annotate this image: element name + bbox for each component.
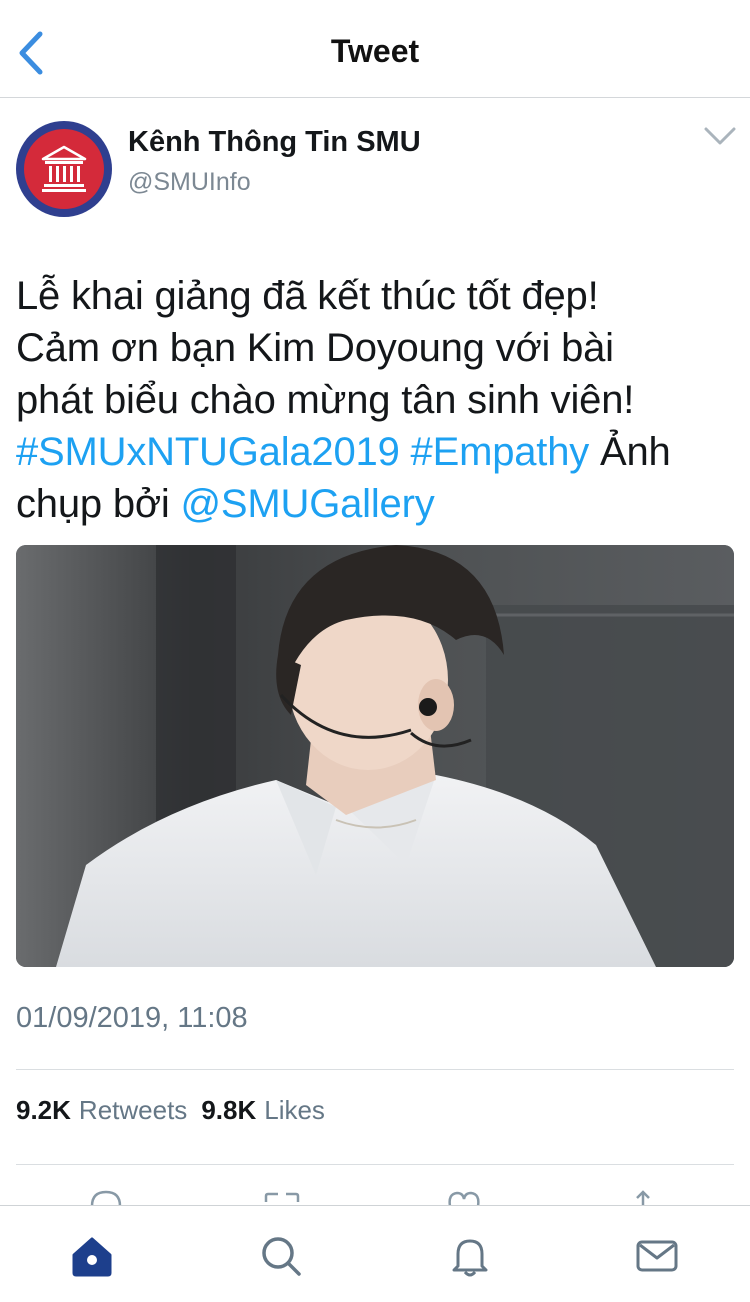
- mention-link[interactable]: @SMUGallery: [181, 482, 435, 526]
- divider: [16, 1164, 734, 1165]
- retweets-label: Retweets: [78, 1095, 188, 1125]
- tweet-text-line: Lễ khai giảng đã kết thúc tốt đẹp!: [16, 274, 599, 318]
- tweet-stats: 9.2K Retweets 9.8K Likes: [16, 1095, 325, 1126]
- tab-bar: [0, 1205, 750, 1302]
- tab-messages[interactable]: [627, 1226, 687, 1286]
- tweet-text-fragment: Ảnh: [589, 430, 671, 474]
- hashtag-link[interactable]: #SMUxNTUGala2019: [16, 430, 400, 474]
- reply-icon[interactable]: [88, 1188, 124, 1206]
- tab-search[interactable]: [251, 1226, 311, 1286]
- notifications-icon: [452, 1239, 488, 1277]
- tweet-text-line: chụp bởi @SMUGallery: [16, 478, 736, 530]
- tweet-text-line: phát biểu chào mừng tân sinh viên!: [16, 378, 635, 422]
- retweet-icon[interactable]: [262, 1188, 302, 1206]
- like-icon[interactable]: [446, 1188, 482, 1206]
- likes-label: Likes: [264, 1095, 325, 1125]
- photo-illustration: [16, 545, 734, 967]
- retweets-stat[interactable]: 9.2K Retweets: [16, 1095, 187, 1126]
- tweet-text-line: Cảm ơn bạn Kim Doyoung với bài: [16, 326, 614, 370]
- building-columns-icon: [41, 145, 87, 192]
- tweet-text-line: #SMUxNTUGala2019 #Empathy Ảnh: [16, 426, 736, 478]
- author-handle[interactable]: @SMUInfo: [128, 168, 251, 197]
- tweet-photo[interactable]: [16, 545, 734, 967]
- search-icon: [262, 1237, 301, 1276]
- chevron-down-icon[interactable]: [703, 124, 737, 148]
- tweet-detail-screen: Tweet Kênh Thông Tin SMU @SMUInfo Lễ kha…: [0, 0, 750, 1302]
- nav-header: Tweet: [0, 0, 750, 98]
- tweet-text: Lễ khai giảng đã kết thúc tốt đẹp! Cảm ơ…: [16, 270, 736, 530]
- messages-icon: [636, 1240, 678, 1272]
- avatar[interactable]: [16, 121, 112, 217]
- tab-notifications[interactable]: [440, 1226, 500, 1286]
- tab-home[interactable]: [62, 1226, 122, 1286]
- action-bar: [0, 1188, 750, 1206]
- divider: [16, 1069, 734, 1070]
- retweets-count: 9.2K: [16, 1095, 71, 1125]
- share-icon[interactable]: [628, 1188, 658, 1206]
- hashtag-link[interactable]: #Empathy: [411, 430, 590, 474]
- avatar-inner: [24, 129, 104, 209]
- likes-stat[interactable]: 9.8K Likes: [201, 1095, 325, 1126]
- tweet-timestamp: 01/09/2019, 11:08: [16, 1002, 248, 1034]
- likes-count: 9.8K: [201, 1095, 257, 1125]
- tweet-text-fragment: chụp bởi: [16, 482, 181, 526]
- author-name[interactable]: Kênh Thông Tin SMU: [128, 126, 421, 159]
- page-title: Tweet: [330, 33, 420, 69]
- home-icon: [72, 1237, 112, 1277]
